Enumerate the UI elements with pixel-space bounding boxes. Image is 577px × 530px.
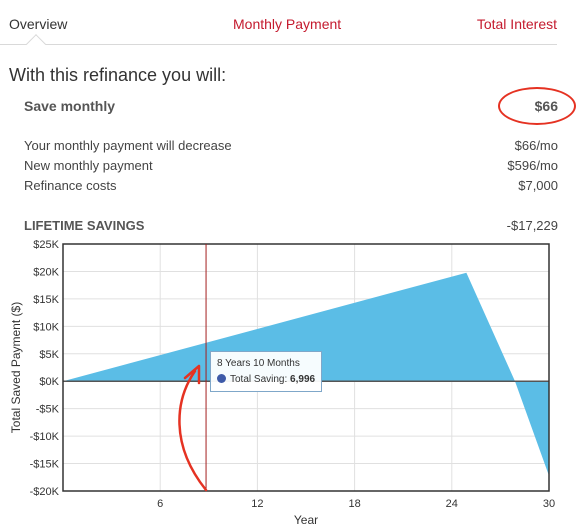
tab-total-interest[interactable]: Total Interest — [477, 16, 557, 32]
y-tick-label: $5K — [39, 349, 59, 361]
y-tick-label: -$20K — [30, 486, 60, 498]
save-monthly-label: Save monthly — [24, 98, 116, 114]
tab-overview[interactable]: Overview — [9, 16, 67, 32]
tooltip-series-value: 6,996 — [290, 374, 316, 385]
detail-label: Your monthly payment will decrease — [24, 138, 232, 153]
active-tab-caret — [26, 34, 46, 54]
y-tick-label: -$10K — [30, 431, 60, 443]
save-monthly-row: Save monthly $66 — [24, 98, 558, 118]
annotation-circle — [498, 87, 576, 125]
y-tick-label: $10K — [33, 321, 59, 333]
x-axis-label: Year — [294, 513, 318, 527]
x-tick-label: 24 — [446, 498, 458, 510]
y-axis-label: Total Saved Payment ($) — [9, 302, 23, 433]
detail-row-decrease: Your monthly payment will decrease $66/m… — [24, 138, 558, 156]
y-tick-label: $0K — [39, 376, 59, 388]
x-tick-label: 30 — [543, 498, 555, 510]
y-tick-label: -$5K — [36, 404, 60, 416]
tooltip-title: 8 Years 10 Months — [217, 358, 300, 369]
detail-value: $66/mo — [514, 138, 558, 153]
tooltip-series-label: Total Saving: — [230, 374, 288, 385]
chart-tooltip: 8 Years 10 Months Total Saving: 6,996 — [210, 351, 322, 392]
x-tick-label: 18 — [348, 498, 360, 510]
detail-row-costs: Refinance costs $7,000 — [24, 178, 558, 196]
tab-bar: Overview Monthly Payment Total Interest — [0, 0, 577, 54]
x-tick-label: 6 — [157, 498, 163, 510]
y-tick-label: -$15K — [30, 459, 60, 471]
detail-row-new-payment: New monthly payment $596/mo — [24, 158, 558, 176]
y-tick-label: $15K — [33, 294, 59, 306]
detail-label: Refinance costs — [24, 178, 117, 193]
y-tick-label: $25K — [33, 239, 59, 251]
tooltip-series: Total Saving: 6,996 — [217, 374, 315, 385]
section-heading: With this refinance you will: — [9, 65, 227, 85]
lifetime-savings-value: -$17,229 — [506, 218, 558, 233]
refinance-overview-panel: Overview Monthly Payment Total Interest … — [0, 0, 577, 530]
y-tick-label: $20K — [33, 266, 59, 278]
x-tick-label: 12 — [251, 498, 263, 510]
lifetime-savings-label: LIFETIME SAVINGS — [24, 218, 145, 233]
tab-monthly-payment[interactable]: Monthly Payment — [233, 16, 341, 32]
lifetime-savings-row: LIFETIME SAVINGS -$17,229 — [24, 218, 558, 236]
detail-label: New monthly payment — [24, 158, 153, 173]
series-dot-icon — [217, 374, 226, 383]
tab-divider — [0, 44, 557, 45]
detail-value: $596/mo — [507, 158, 558, 173]
detail-value: $7,000 — [518, 178, 558, 193]
